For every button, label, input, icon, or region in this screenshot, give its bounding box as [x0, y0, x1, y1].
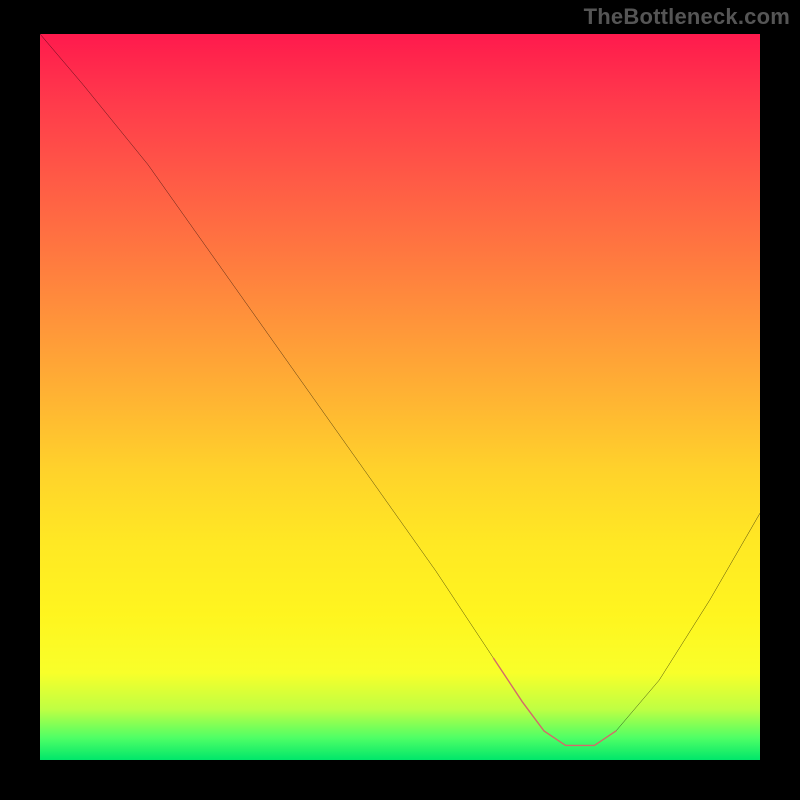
chart-frame: TheBottleneck.com [0, 0, 800, 800]
optimal-range-highlight [494, 658, 616, 745]
bottleneck-curve [40, 34, 760, 745]
plot-area [40, 34, 760, 760]
watermark-text: TheBottleneck.com [584, 4, 790, 30]
chart-svg [40, 34, 760, 760]
